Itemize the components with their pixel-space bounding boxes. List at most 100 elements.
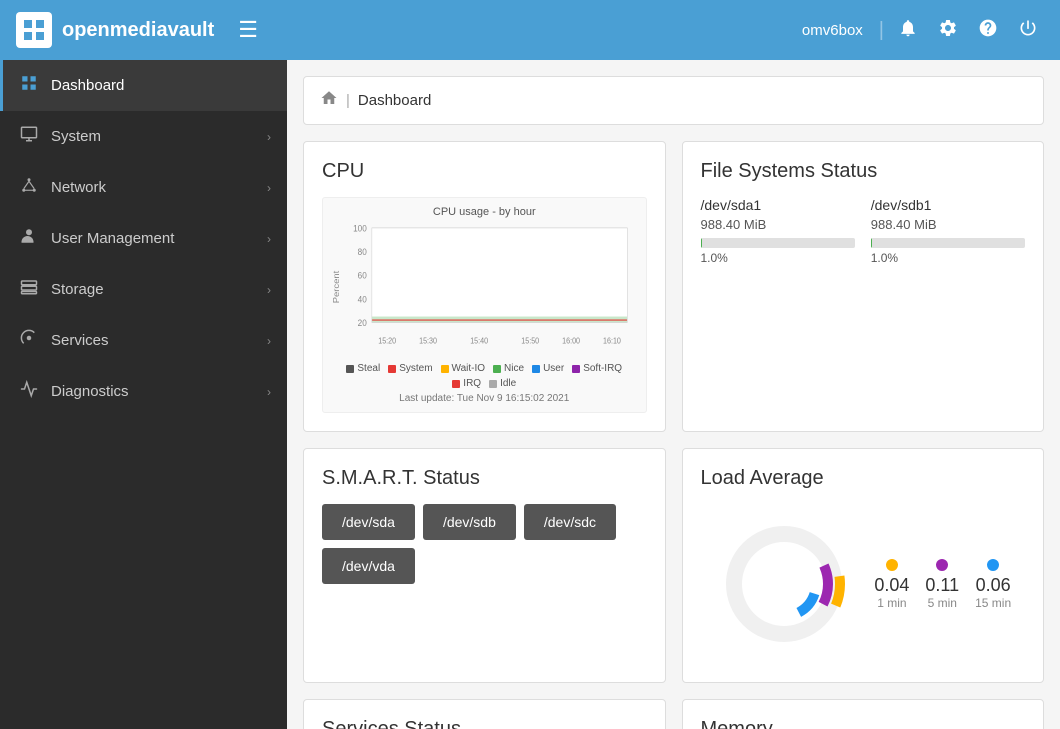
sidebar-item-label: Diagnostics — [51, 383, 255, 400]
svg-text:Percent: Percent — [332, 270, 341, 303]
hostname-label: omv6box — [802, 22, 863, 39]
services-status-card: Services Status SSH — [303, 699, 666, 729]
load-legend: 0.04 1 min 0.11 5 min 0.06 15 min — [874, 559, 1011, 610]
smart-title: S.M.A.R.T. Status — [322, 467, 647, 490]
chevron-icon: › — [267, 385, 271, 399]
user-management-icon — [19, 227, 39, 250]
smart-buttons: /dev/sda /dev/sdb /dev/sdc /dev/vda — [322, 504, 647, 584]
sidebar-item-storage[interactable]: Storage › — [0, 264, 287, 315]
fs-name: /dev/sda1 — [701, 197, 855, 213]
fs-pct: 1.0% — [871, 251, 1025, 265]
load-1min-value: 0.04 — [874, 575, 909, 596]
power-button[interactable] — [1012, 12, 1044, 49]
fs-bar-bg — [871, 238, 1025, 248]
smart-btn-sdb[interactable]: /dev/sdb — [423, 504, 516, 540]
load-legend-1min: 0.04 1 min — [874, 559, 909, 610]
file-systems-title: File Systems Status — [701, 160, 1026, 183]
load-5min-label: 5 min — [925, 596, 959, 610]
help-button[interactable] — [972, 12, 1004, 49]
load-legend-15min: 0.06 15 min — [975, 559, 1011, 610]
fs-name: /dev/sdb1 — [871, 197, 1025, 213]
smart-btn-vda[interactable]: /dev/vda — [322, 548, 415, 584]
cpu-chart-container: CPU usage - by hour 100 80 60 40 20 — [322, 197, 647, 413]
chevron-icon: › — [267, 181, 271, 195]
cpu-chart-title: CPU usage - by hour — [331, 206, 638, 218]
cpu-chart: 100 80 60 40 20 Percent 15:20 15:30 15:4… — [331, 222, 638, 352]
file-systems-card: File Systems Status /dev/sda1 988.40 MiB… — [682, 141, 1045, 432]
fs-bar-fill — [701, 238, 703, 248]
fs-bar-fill — [871, 238, 873, 248]
load-donut — [714, 514, 854, 654]
sidebar-item-system[interactable]: System › — [0, 111, 287, 162]
notifications-button[interactable] — [892, 12, 924, 49]
fs-item-sda1: /dev/sda1 988.40 MiB 1.0% — [701, 197, 855, 265]
fs-size: 988.40 MiB — [871, 217, 1025, 232]
load-average-card: Load Average — [682, 448, 1045, 683]
load-legend-5min: 0.11 5 min — [925, 559, 959, 610]
svg-text:15:40: 15:40 — [470, 336, 488, 346]
svg-text:20: 20 — [358, 317, 367, 328]
svg-text:16:00: 16:00 — [562, 336, 580, 346]
services-status-title: Services Status — [322, 718, 647, 729]
smart-card: S.M.A.R.T. Status /dev/sda /dev/sdb /dev… — [303, 448, 666, 683]
chevron-icon: › — [267, 283, 271, 297]
memory-title: Memory — [701, 718, 1026, 729]
sidebar-item-label: User Management — [51, 230, 255, 247]
svg-text:15:30: 15:30 — [419, 336, 437, 346]
sidebar-item-network[interactable]: Network › — [0, 162, 287, 213]
svg-text:15:20: 15:20 — [378, 336, 396, 346]
sidebar-item-diagnostics[interactable]: Diagnostics › — [0, 366, 287, 417]
fs-grid: /dev/sda1 988.40 MiB 1.0% /dev/sdb1 988.… — [701, 197, 1026, 265]
svg-text:16:10: 16:10 — [603, 336, 621, 346]
cpu-card: CPU CPU usage - by hour 100 80 60 — [303, 141, 666, 432]
sidebar-item-label: Dashboard — [51, 77, 271, 94]
svg-text:100: 100 — [353, 223, 367, 234]
system-icon — [19, 125, 39, 148]
fs-bar-bg — [701, 238, 855, 248]
load-donut-container: 0.04 1 min 0.11 5 min 0.06 15 min — [701, 504, 1026, 664]
svg-text:60: 60 — [358, 270, 367, 281]
services-icon — [19, 329, 39, 352]
dashboard-icon — [19, 74, 39, 97]
cpu-update-time: Last update: Tue Nov 9 16:15:02 2021 — [331, 393, 638, 404]
sidebar-item-dashboard[interactable]: Dashboard — [0, 60, 287, 111]
smart-btn-sdc[interactable]: /dev/sdc — [524, 504, 616, 540]
chevron-icon: › — [267, 232, 271, 246]
chevron-icon: › — [267, 334, 271, 348]
breadcrumb-separator: | — [346, 92, 350, 109]
sidebar: Dashboard System › Network › User Manage… — [0, 60, 287, 729]
settings-button[interactable] — [932, 12, 964, 49]
memory-card: Memory 1.94 GiB — [682, 699, 1045, 729]
network-icon — [19, 176, 39, 199]
content-area: | Dashboard CPU CPU usage - by hour — [287, 60, 1060, 729]
logo-area: openmediavault — [16, 12, 214, 48]
svg-text:15:50: 15:50 — [521, 336, 539, 346]
storage-icon — [19, 278, 39, 301]
sidebar-item-label: Services — [51, 332, 255, 349]
main-layout: Dashboard System › Network › User Manage… — [0, 60, 1060, 729]
sidebar-item-label: System — [51, 128, 255, 145]
breadcrumb-current: Dashboard — [358, 92, 431, 109]
logo-text: openmediavault — [62, 19, 214, 42]
fs-size: 988.40 MiB — [701, 217, 855, 232]
logo-icon — [16, 12, 52, 48]
fs-item-sdb1: /dev/sdb1 988.40 MiB 1.0% — [871, 197, 1025, 265]
sidebar-item-services[interactable]: Services › — [0, 315, 287, 366]
sidebar-item-user-management[interactable]: User Management › — [0, 213, 287, 264]
smart-btn-sda[interactable]: /dev/sda — [322, 504, 415, 540]
home-icon[interactable] — [320, 89, 338, 112]
svg-text:40: 40 — [358, 294, 367, 305]
top-header: openmediavault ☰ omv6box | — [0, 0, 1060, 60]
chevron-icon: › — [267, 130, 271, 144]
header-left: openmediavault ☰ — [16, 12, 266, 48]
svg-text:80: 80 — [358, 247, 367, 258]
sidebar-item-label: Storage — [51, 281, 255, 298]
dashboard-grid: CPU CPU usage - by hour 100 80 60 — [303, 141, 1044, 729]
hamburger-button[interactable]: ☰ — [230, 13, 266, 47]
load-average-title: Load Average — [701, 467, 1026, 490]
load-1min-label: 1 min — [874, 596, 909, 610]
breadcrumb: | Dashboard — [303, 76, 1044, 125]
sidebar-item-label: Network — [51, 179, 255, 196]
cpu-legend: Steal System Wait-IO Nice User Soft-IRQ … — [331, 363, 638, 389]
load-5min-value: 0.11 — [925, 575, 959, 596]
